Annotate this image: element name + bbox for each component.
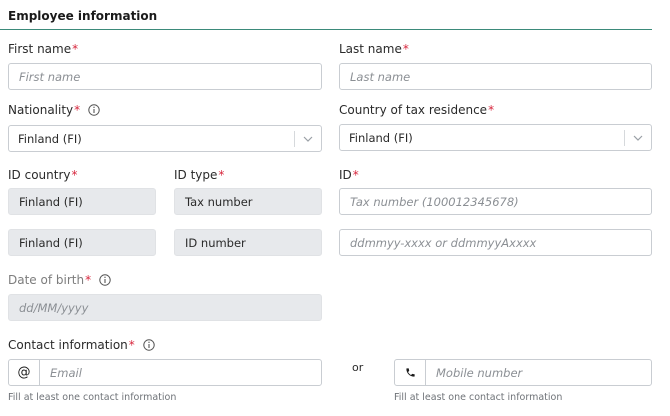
id-country-label: ID country *	[8, 168, 78, 182]
id-type-value: ID number	[185, 235, 246, 250]
required-mark: *	[218, 168, 225, 182]
or-separator: or	[352, 361, 364, 374]
tax-residence-label: Country of tax residence *	[339, 103, 495, 117]
last-name-label: Last name *	[339, 42, 409, 56]
info-icon[interactable]	[88, 104, 100, 116]
nationality-value: Finland (FI)	[18, 131, 82, 146]
required-mark: *	[488, 103, 495, 117]
mobile-input[interactable]: Mobile number	[394, 359, 652, 386]
id-type-value: Tax number	[185, 194, 253, 209]
info-icon[interactable]	[143, 339, 155, 351]
contact-label: Contact information *	[8, 338, 155, 352]
id-country-value: Finland (FI)	[19, 235, 83, 250]
phone-icon	[395, 360, 426, 385]
last-name-placeholder: Last name	[350, 69, 411, 84]
id-type-field: Tax number	[174, 188, 322, 215]
required-mark: *	[85, 273, 92, 287]
required-mark: *	[128, 338, 135, 352]
required-mark: *	[72, 42, 79, 56]
first-name-label: First name *	[8, 42, 79, 56]
id-country-value: Finland (FI)	[19, 194, 83, 209]
required-mark: *	[352, 168, 359, 182]
required-mark: *	[74, 103, 81, 117]
id-number-input[interactable]: ddmmyy-xxxx or ddmmyyAxxxx	[339, 229, 652, 256]
chevron-down-icon	[295, 136, 321, 142]
info-icon[interactable]	[99, 274, 111, 286]
id-type-field: ID number	[174, 229, 322, 256]
mobile-placeholder: Mobile number	[436, 365, 523, 380]
id-country-field: Finland (FI)	[8, 188, 156, 215]
dob-placeholder: dd/MM/yyyy	[19, 300, 89, 315]
section-divider	[0, 29, 652, 30]
id-country-field: Finland (FI)	[8, 229, 156, 256]
email-placeholder: Email	[50, 365, 82, 380]
tax-number-placeholder: Tax number (100012345678)	[350, 194, 519, 209]
required-mark: *	[402, 42, 409, 56]
nationality-select[interactable]: Finland (FI)	[8, 125, 322, 152]
dob-input: dd/MM/yyyy	[8, 294, 322, 321]
at-sign-icon: @	[9, 360, 40, 385]
email-input[interactable]: @ Email	[8, 359, 322, 386]
id-type-label: ID type *	[174, 168, 225, 182]
chevron-down-icon	[625, 135, 651, 141]
tax-residence-value: Finland (FI)	[349, 130, 413, 145]
nationality-label: Nationality *	[8, 103, 100, 117]
section-title: Employee information	[8, 9, 158, 23]
email-help-text: Fill at least one contact information	[8, 392, 177, 403]
first-name-input[interactable]: First name	[8, 63, 322, 90]
tax-number-input[interactable]: Tax number (100012345678)	[339, 188, 652, 215]
dob-label: Date of birth *	[8, 273, 111, 287]
id-number-placeholder: ddmmyy-xxxx or ddmmyyAxxxx	[350, 235, 537, 250]
tax-residence-select[interactable]: Finland (FI)	[339, 124, 652, 151]
required-mark: *	[71, 168, 78, 182]
mobile-help-text: Fill at least one contact information	[394, 392, 563, 403]
last-name-input[interactable]: Last name	[339, 63, 652, 90]
id-label: ID *	[339, 168, 359, 182]
first-name-placeholder: First name	[19, 69, 81, 84]
